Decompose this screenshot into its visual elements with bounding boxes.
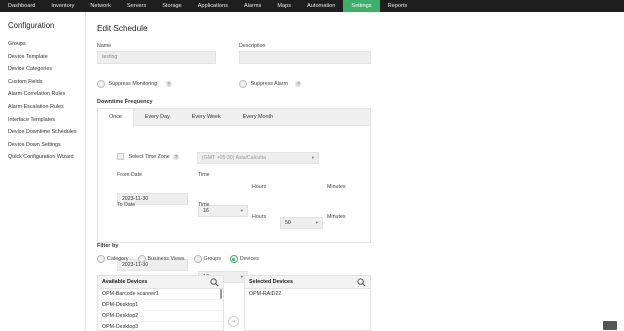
available-devices-title: Available Devices <box>102 279 148 285</box>
sidebar-item-custom-fields[interactable]: Custom Fields <box>0 76 85 89</box>
sidebar-item-alarm-escalation-rules[interactable]: Alarm Escalation Rules <box>0 101 85 114</box>
nav-network[interactable]: Network <box>82 0 119 12</box>
top-navigation: Dashboard Inventory Network Servers Stor… <box>0 0 624 12</box>
nav-alarms[interactable]: Alarms <box>236 0 269 12</box>
filter-by-label: Filter by <box>97 243 119 249</box>
main-content: Edit Schedule Name testing Description S… <box>86 12 624 331</box>
help-icon[interactable]: ? <box>165 81 172 87</box>
nav-automation[interactable]: Automation <box>299 0 343 12</box>
from-hours-value: 16 <box>203 208 209 214</box>
name-input[interactable]: testing <box>97 51 216 64</box>
suppress-alarm-option[interactable]: Suppress Alarm ? <box>239 80 302 88</box>
sidebar-item-alarm-correlation-rules[interactable]: Alarm Correlation Rules <box>0 88 85 101</box>
filter-devices-label[interactable]: Devices <box>240 256 259 262</box>
to-hours-label: Hours <box>252 214 267 220</box>
sidebar: Configuration Groups Device Template Dev… <box>0 12 86 331</box>
timezone-select[interactable]: (GMT +05:30) Asia/Calcutta ▾ <box>197 152 319 164</box>
tab-once[interactable]: Once <box>98 109 134 127</box>
nav-dashboard[interactable]: Dashboard <box>0 0 43 12</box>
chevron-down-icon: ▾ <box>311 155 314 160</box>
filter-category-label[interactable]: Category <box>107 256 129 262</box>
filter-business-views-label[interactable]: Business Views <box>148 256 185 262</box>
tab-every-day[interactable]: Every Day <box>134 109 181 126</box>
timezone-value: (GMT +05:30) Asia/Calcutta <box>202 155 267 161</box>
list-item[interactable]: OPM-Barcode scanner1 <box>98 289 223 300</box>
from-hours-label: Hours <box>252 184 267 190</box>
to-minutes-label: Minutes <box>327 214 346 220</box>
sidebar-item-interface-templates[interactable]: Interface Templates <box>0 114 85 127</box>
description-label: Description <box>239 43 266 49</box>
search-icon[interactable] <box>357 278 366 287</box>
filter-groups-radio[interactable] <box>193 255 202 263</box>
nav-reports[interactable]: Reports <box>380 0 416 12</box>
nav-maps[interactable]: Maps <box>269 0 299 12</box>
filter-business-views-radio[interactable] <box>137 255 146 263</box>
filter-devices-radio[interactable] <box>229 255 238 263</box>
from-minutes-label: Minutes <box>327 184 346 190</box>
from-minutes-select[interactable]: 50 ▾ <box>280 217 323 229</box>
scrollbar[interactable] <box>220 289 222 299</box>
tab-every-week[interactable]: Every Week <box>181 109 232 126</box>
filter-groups-label[interactable]: Groups <box>204 256 221 262</box>
nav-inventory[interactable]: Inventory <box>43 0 82 12</box>
to-time-label: Time <box>198 202 210 208</box>
arrow-right-icon[interactable]: → <box>228 316 239 327</box>
chevron-down-icon: ▾ <box>240 208 243 213</box>
list-item[interactable]: OPM-RAID22 <box>245 289 370 300</box>
help-icon[interactable]: ? <box>173 153 180 160</box>
suppress-alarm-radio[interactable] <box>239 80 247 88</box>
chat-icon[interactable] <box>603 321 617 330</box>
suppress-alarm-label: Suppress Alarm <box>250 81 288 87</box>
name-label: Name <box>97 43 112 49</box>
to-date-label: To Date <box>117 202 136 208</box>
frequency-panel: Once Every Day Every Week Every Month Se… <box>97 108 371 295</box>
selected-devices-header: Selected Devices <box>245 276 370 289</box>
list-item[interactable]: OPM-Desktop1 <box>98 300 223 311</box>
description-input[interactable] <box>239 51 371 64</box>
page-title: Edit Schedule <box>97 24 148 33</box>
sidebar-item-quick-configuration-wizard[interactable]: Quick Configuration Wizard <box>0 151 85 164</box>
tab-every-month[interactable]: Every Month <box>232 109 284 126</box>
selected-devices-list: Selected Devices OPM-RAID22 <box>244 275 371 331</box>
sidebar-item-device-downtime-schedules[interactable]: Device Downtime Schedules <box>0 126 85 139</box>
timezone-label: Select Time Zone <box>128 153 170 160</box>
suppress-monitoring-radio[interactable] <box>97 80 105 88</box>
sidebar-item-device-template[interactable]: Device Template <box>0 51 85 64</box>
sidebar-item-groups[interactable]: Groups <box>0 38 85 51</box>
downtime-frequency-label: Downtime Frequency <box>97 99 153 105</box>
filter-options: Category Business Views Groups Devices <box>97 255 259 263</box>
filter-category-radio[interactable] <box>97 255 105 263</box>
chevron-down-icon: ▾ <box>315 220 318 225</box>
sidebar-title: Configuration <box>8 21 55 30</box>
sidebar-item-device-categories[interactable]: Device Categories <box>0 63 85 76</box>
from-date-label: From Date <box>117 172 143 178</box>
suppress-monitoring-option[interactable]: Suppress Monitoring ? <box>97 80 172 88</box>
chevron-down-icon: ▾ <box>240 274 243 279</box>
available-devices-list: Available Devices OPM-Barcode scanner1 O… <box>97 275 224 331</box>
search-icon[interactable] <box>210 278 219 287</box>
help-icon[interactable]: ? <box>295 81 302 87</box>
selected-devices-title: Selected Devices <box>249 279 294 285</box>
suppress-monitoring-label: Suppress Monitoring <box>108 81 158 87</box>
available-devices-header: Available Devices <box>98 276 223 289</box>
sidebar-item-device-down-settings[interactable]: Device Down Settings <box>0 139 85 152</box>
nav-storage[interactable]: Storage <box>154 0 190 12</box>
list-item[interactable]: OPM-Desktop2 <box>98 311 223 322</box>
nav-servers[interactable]: Servers <box>119 0 154 12</box>
list-item[interactable]: OPM-Desktop3 <box>98 322 223 330</box>
frequency-tabs: Once Every Day Every Week Every Month <box>98 109 370 127</box>
timezone-checkbox[interactable] <box>117 153 124 160</box>
from-minutes-value: 50 <box>285 220 291 226</box>
nav-settings[interactable]: Settings <box>343 0 380 12</box>
timezone-toggle[interactable]: Select Time Zone ? <box>117 153 180 160</box>
from-time-label: Time <box>198 172 210 178</box>
nav-applications[interactable]: Applications <box>190 0 236 12</box>
